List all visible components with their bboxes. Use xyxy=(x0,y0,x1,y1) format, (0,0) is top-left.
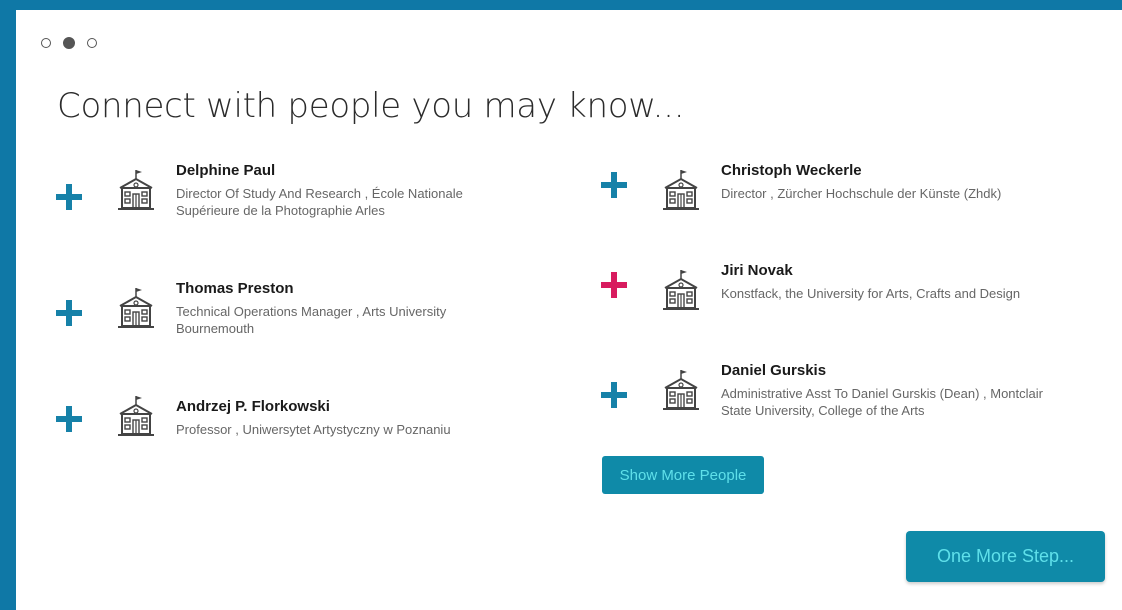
person-name[interactable]: Delphine Paul xyxy=(176,162,516,180)
person-name[interactable]: Andrzej P. Florkowski xyxy=(176,398,516,416)
person-name[interactable]: Jiri Novak xyxy=(721,262,1061,280)
person-card: Andrzej P. Florkowski Professor , Uniwer… xyxy=(56,398,526,478)
person-card: Jiri Novak Konstfack, the University for… xyxy=(601,262,1071,342)
school-building-icon xyxy=(659,368,703,412)
show-more-people-button[interactable]: Show More People xyxy=(602,456,764,494)
step-dot-1 xyxy=(41,38,51,48)
add-person-icon[interactable] xyxy=(56,300,82,326)
person-card: Delphine Paul Director Of Study And Rese… xyxy=(56,162,526,242)
person-card: Thomas Preston Technical Operations Mana… xyxy=(56,280,526,360)
person-description: Technical Operations Manager , Arts Univ… xyxy=(176,304,447,336)
person-card: Christoph Weckerle Director , Zürcher Ho… xyxy=(601,162,1071,242)
step-indicator xyxy=(41,37,97,49)
person-description: Konstfack, the University for Arts, Craf… xyxy=(721,286,1021,301)
person-description: Director Of Study And Research , École N… xyxy=(176,186,463,218)
connect-card: Connect with people you may know... Delp… xyxy=(16,10,1122,610)
school-building-icon xyxy=(659,168,703,212)
school-building-icon xyxy=(114,286,158,330)
add-person-icon[interactable] xyxy=(56,184,82,210)
person-name[interactable]: Daniel Gurskis xyxy=(721,362,1061,380)
step-dot-2-active xyxy=(63,37,75,49)
school-building-icon xyxy=(114,394,158,438)
person-description: Professor , Uniwersytet Artystyczny w Po… xyxy=(176,422,451,437)
add-person-icon[interactable] xyxy=(601,272,627,298)
page-title: Connect with people you may know... xyxy=(57,86,685,126)
one-more-step-button[interactable]: One More Step... xyxy=(906,531,1105,582)
person-description: Administrative Asst To Daniel Gurskis (D… xyxy=(721,386,1043,418)
school-building-icon xyxy=(659,268,703,312)
person-description: Director , Zürcher Hochschule der Künste… xyxy=(721,186,1002,201)
add-person-icon[interactable] xyxy=(56,406,82,432)
school-building-icon xyxy=(114,168,158,212)
person-card: Daniel Gurskis Administrative Asst To Da… xyxy=(601,362,1071,442)
add-person-icon[interactable] xyxy=(601,382,627,408)
person-name[interactable]: Thomas Preston xyxy=(176,280,516,298)
add-person-icon[interactable] xyxy=(601,172,627,198)
step-dot-3 xyxy=(87,38,97,48)
person-name[interactable]: Christoph Weckerle xyxy=(721,162,1061,180)
